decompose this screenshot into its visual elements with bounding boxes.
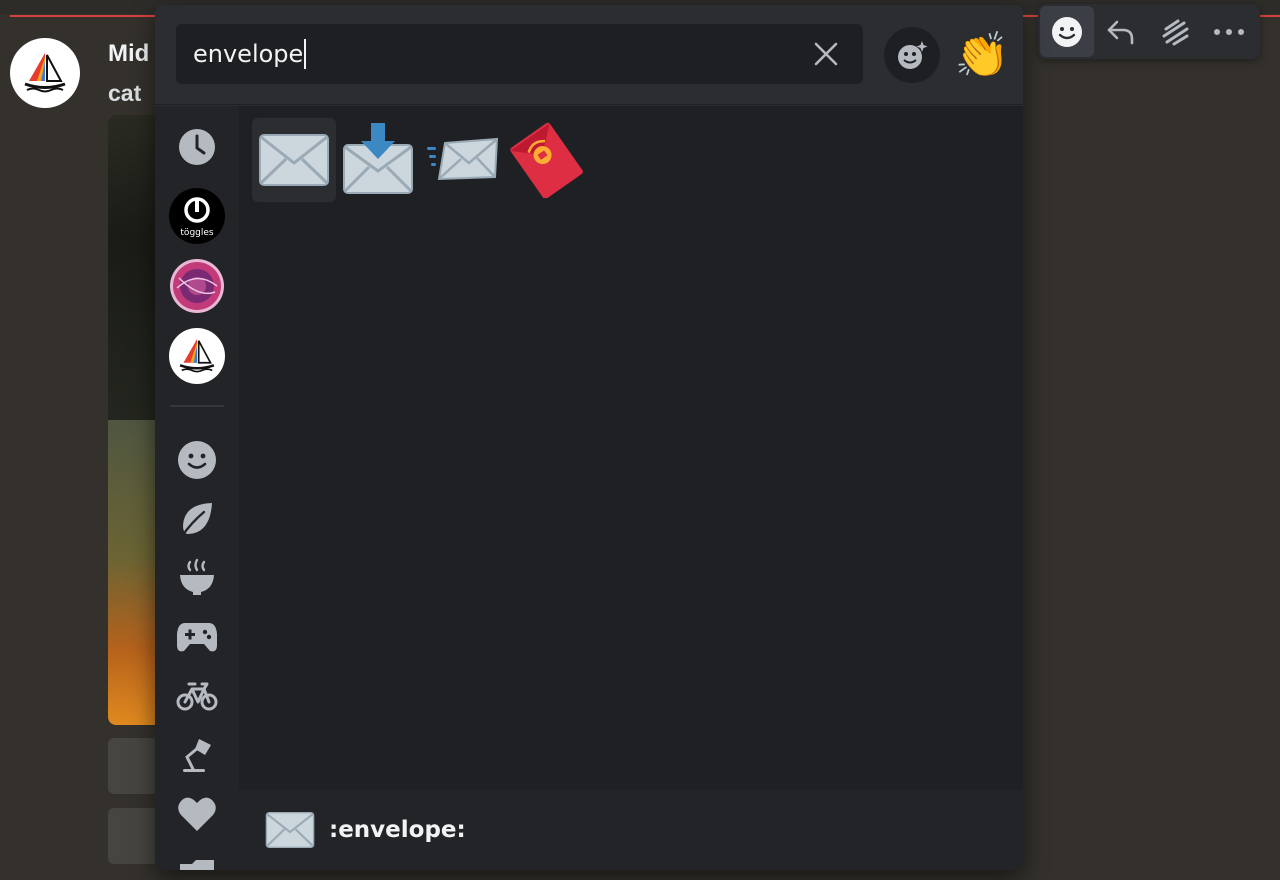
leaf-icon (180, 503, 212, 538)
red-envelope-icon (510, 122, 583, 198)
category-server-galaxy[interactable] (169, 258, 225, 314)
sailboat-logo-icon (24, 53, 66, 93)
clear-search-button[interactable] (809, 37, 843, 71)
create-thread-button[interactable] (1148, 6, 1202, 57)
emoji-envelope[interactable] (252, 118, 336, 202)
category-nature[interactable] (169, 491, 225, 547)
category-server-toggles[interactable]: töggles (169, 188, 225, 244)
smiley-icon (1052, 16, 1082, 47)
nitro-sparkle-icon (898, 41, 928, 69)
gamepad-icon (177, 623, 217, 652)
lamp-icon (183, 739, 211, 772)
clock-icon (179, 129, 215, 165)
picker-header: envelope 👏 (155, 5, 1023, 105)
message-text: cat (108, 80, 142, 106)
upscale-button[interactable] (108, 738, 158, 794)
attachment-image-bottom[interactable] (108, 420, 158, 725)
reply-icon (1107, 20, 1134, 44)
category-symbols[interactable] (169, 786, 225, 842)
category-recent[interactable] (169, 119, 225, 175)
category-server-midjourney[interactable] (169, 328, 225, 384)
text-caret (304, 39, 307, 69)
category-objects[interactable] (169, 727, 225, 783)
envelope-preview-icon (265, 811, 315, 849)
envelope-icon (259, 134, 329, 186)
category-rail: töggles (155, 106, 239, 870)
category-people[interactable] (169, 432, 225, 488)
smiley-icon (178, 441, 216, 479)
message-author[interactable]: Mid (108, 40, 149, 68)
emoji-preview-footer: :envelope: (239, 790, 1023, 870)
emoji-search-input[interactable]: envelope (193, 40, 303, 68)
bicycle-icon (176, 682, 218, 711)
variation-button[interactable] (108, 808, 158, 864)
nitro-emoji-button[interactable] (884, 27, 940, 83)
message-toolbar (1038, 4, 1260, 59)
category-activities[interactable] (169, 609, 225, 665)
avatar[interactable] (10, 38, 80, 108)
food-bowl-icon (180, 558, 214, 595)
emoji-results-grid (239, 106, 1023, 790)
rail-divider (170, 405, 224, 407)
emoji-preview-name: :envelope: (329, 817, 466, 843)
emoji-incoming-envelope[interactable] (420, 118, 504, 202)
close-icon (814, 42, 838, 66)
incoming-envelope-icon (427, 137, 499, 181)
emoji-search-box[interactable]: envelope (176, 24, 863, 84)
emoji-picker: envelope 👏 töggles:envelope: (155, 5, 1023, 870)
flag-icon (180, 860, 214, 870)
emoji-envelope-with-arrow[interactable] (336, 118, 420, 202)
skin-tone-button[interactable]: 👏 (952, 25, 1012, 85)
more-icon (1214, 28, 1244, 35)
heart-icon (178, 797, 216, 831)
clap-icon: 👏 (954, 30, 1010, 81)
galaxy-server-icon (170, 259, 224, 313)
add-reaction-button[interactable] (1040, 6, 1094, 57)
category-flags[interactable] (169, 845, 225, 870)
more-button[interactable] (1202, 6, 1256, 57)
attachment-image-top[interactable] (108, 115, 158, 420)
thread-icon (1162, 19, 1189, 45)
category-travel[interactable] (169, 668, 225, 724)
envelope-with-arrow-icon (343, 123, 413, 194)
category-food[interactable] (169, 550, 225, 606)
emoji-red-envelope[interactable] (504, 118, 588, 202)
midjourney-server-icon (179, 339, 215, 373)
reply-button[interactable] (1094, 6, 1148, 57)
toggles-server-label: töggles (180, 228, 214, 238)
